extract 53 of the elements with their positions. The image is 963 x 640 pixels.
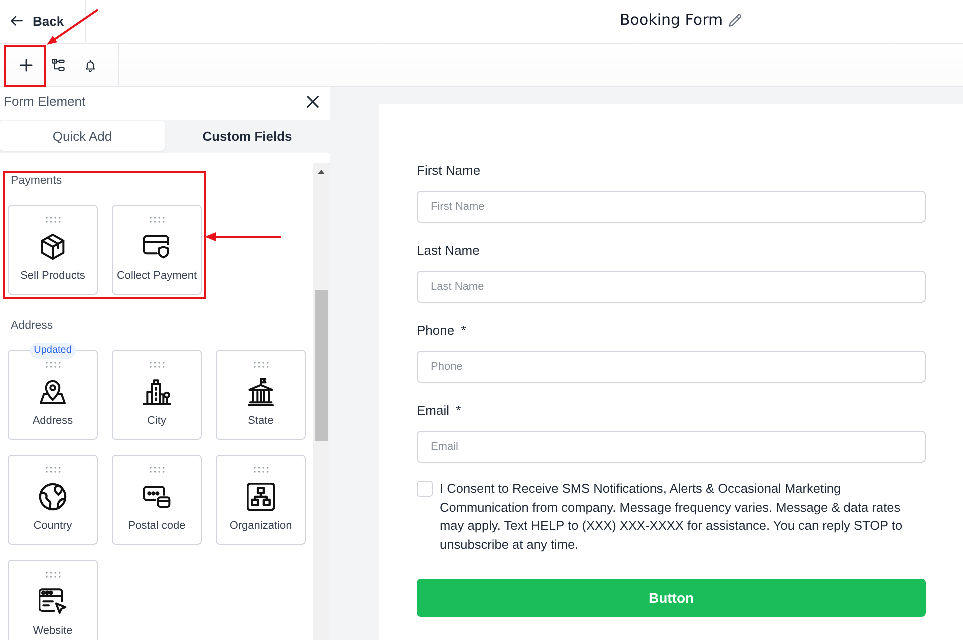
- back-arrow-icon: [11, 16, 23, 26]
- scrollbar-thumb[interactable]: [315, 290, 328, 441]
- globe-icon: [39, 483, 67, 511]
- field-label: First Name: [417, 163, 482, 179]
- bell-icon: [84, 58, 96, 72]
- input-field[interactable]: Last Name: [417, 271, 926, 303]
- drag-handle-icon[interactable]: [46, 217, 60, 223]
- field-label: Phone *: [417, 323, 468, 339]
- org-chart-icon: [247, 483, 275, 511]
- consent-checkbox[interactable]: [417, 481, 433, 497]
- input-field[interactable]: Email: [417, 431, 926, 463]
- drag-handle-icon[interactable]: [46, 572, 60, 578]
- plus-icon: [20, 58, 32, 72]
- section-label: Payments: [11, 175, 64, 188]
- section-label: Address: [11, 320, 54, 333]
- element-card[interactable]: Website: [8, 560, 98, 640]
- annotation-box: [4, 45, 46, 87]
- close-icon[interactable]: [307, 96, 319, 108]
- element-card[interactable]: Country: [8, 455, 98, 545]
- element-card[interactable]: Collect Payment: [112, 205, 202, 295]
- drag-handle-icon[interactable]: [150, 217, 164, 223]
- drag-handle-icon[interactable]: [150, 362, 164, 368]
- buildings-icon: [143, 378, 171, 406]
- element-card[interactable]: City: [112, 350, 202, 440]
- drag-handle-icon[interactable]: [254, 467, 268, 473]
- page-title: Booking Form: [620, 11, 724, 29]
- drag-handle-icon[interactable]: [46, 362, 60, 368]
- input-field[interactable]: First Name: [417, 191, 926, 223]
- drag-handle-icon[interactable]: [46, 467, 60, 473]
- consent-text: I Consent to Receive SMS Notifications, Alerts & Occasional Marketing Communication from company. Message frequency varies. Message & data rates may apply. Text HELP to (XXX) XXX-XXXX for assistance. You can reply STOP to unsubscribe at any time.: [440, 480, 904, 554]
- element-card[interactable]: Organization: [216, 455, 306, 545]
- map-pin-icon: [39, 378, 67, 406]
- element-card[interactable]: Postal code: [112, 455, 202, 545]
- tab[interactable]: Quick Add: [0, 121, 165, 151]
- back-button[interactable]: Back: [11, 14, 64, 28]
- nodes-icon: [52, 58, 64, 72]
- government-building-icon: [247, 378, 275, 406]
- element-card[interactable]: State: [216, 350, 306, 440]
- browser-cursor-icon: [39, 588, 67, 616]
- dots-field-icon: [143, 483, 171, 511]
- updated-badge: Updated: [30, 343, 76, 359]
- drag-handle-icon[interactable]: [150, 467, 164, 473]
- input-field[interactable]: Phone: [417, 351, 926, 383]
- field-label: Email *: [417, 403, 462, 419]
- panel-title: Form Element: [4, 94, 86, 109]
- field-label: Last Name: [417, 243, 481, 259]
- tab[interactable]: Custom Fields: [165, 121, 330, 151]
- pencil-icon[interactable]: [729, 14, 742, 26]
- drag-handle-icon[interactable]: [254, 362, 268, 368]
- cube-icon: [39, 233, 67, 261]
- element-card[interactable]: Sell Products: [8, 205, 98, 295]
- scroll-up-icon[interactable]: [318, 170, 325, 174]
- card-shield-icon: [143, 233, 171, 261]
